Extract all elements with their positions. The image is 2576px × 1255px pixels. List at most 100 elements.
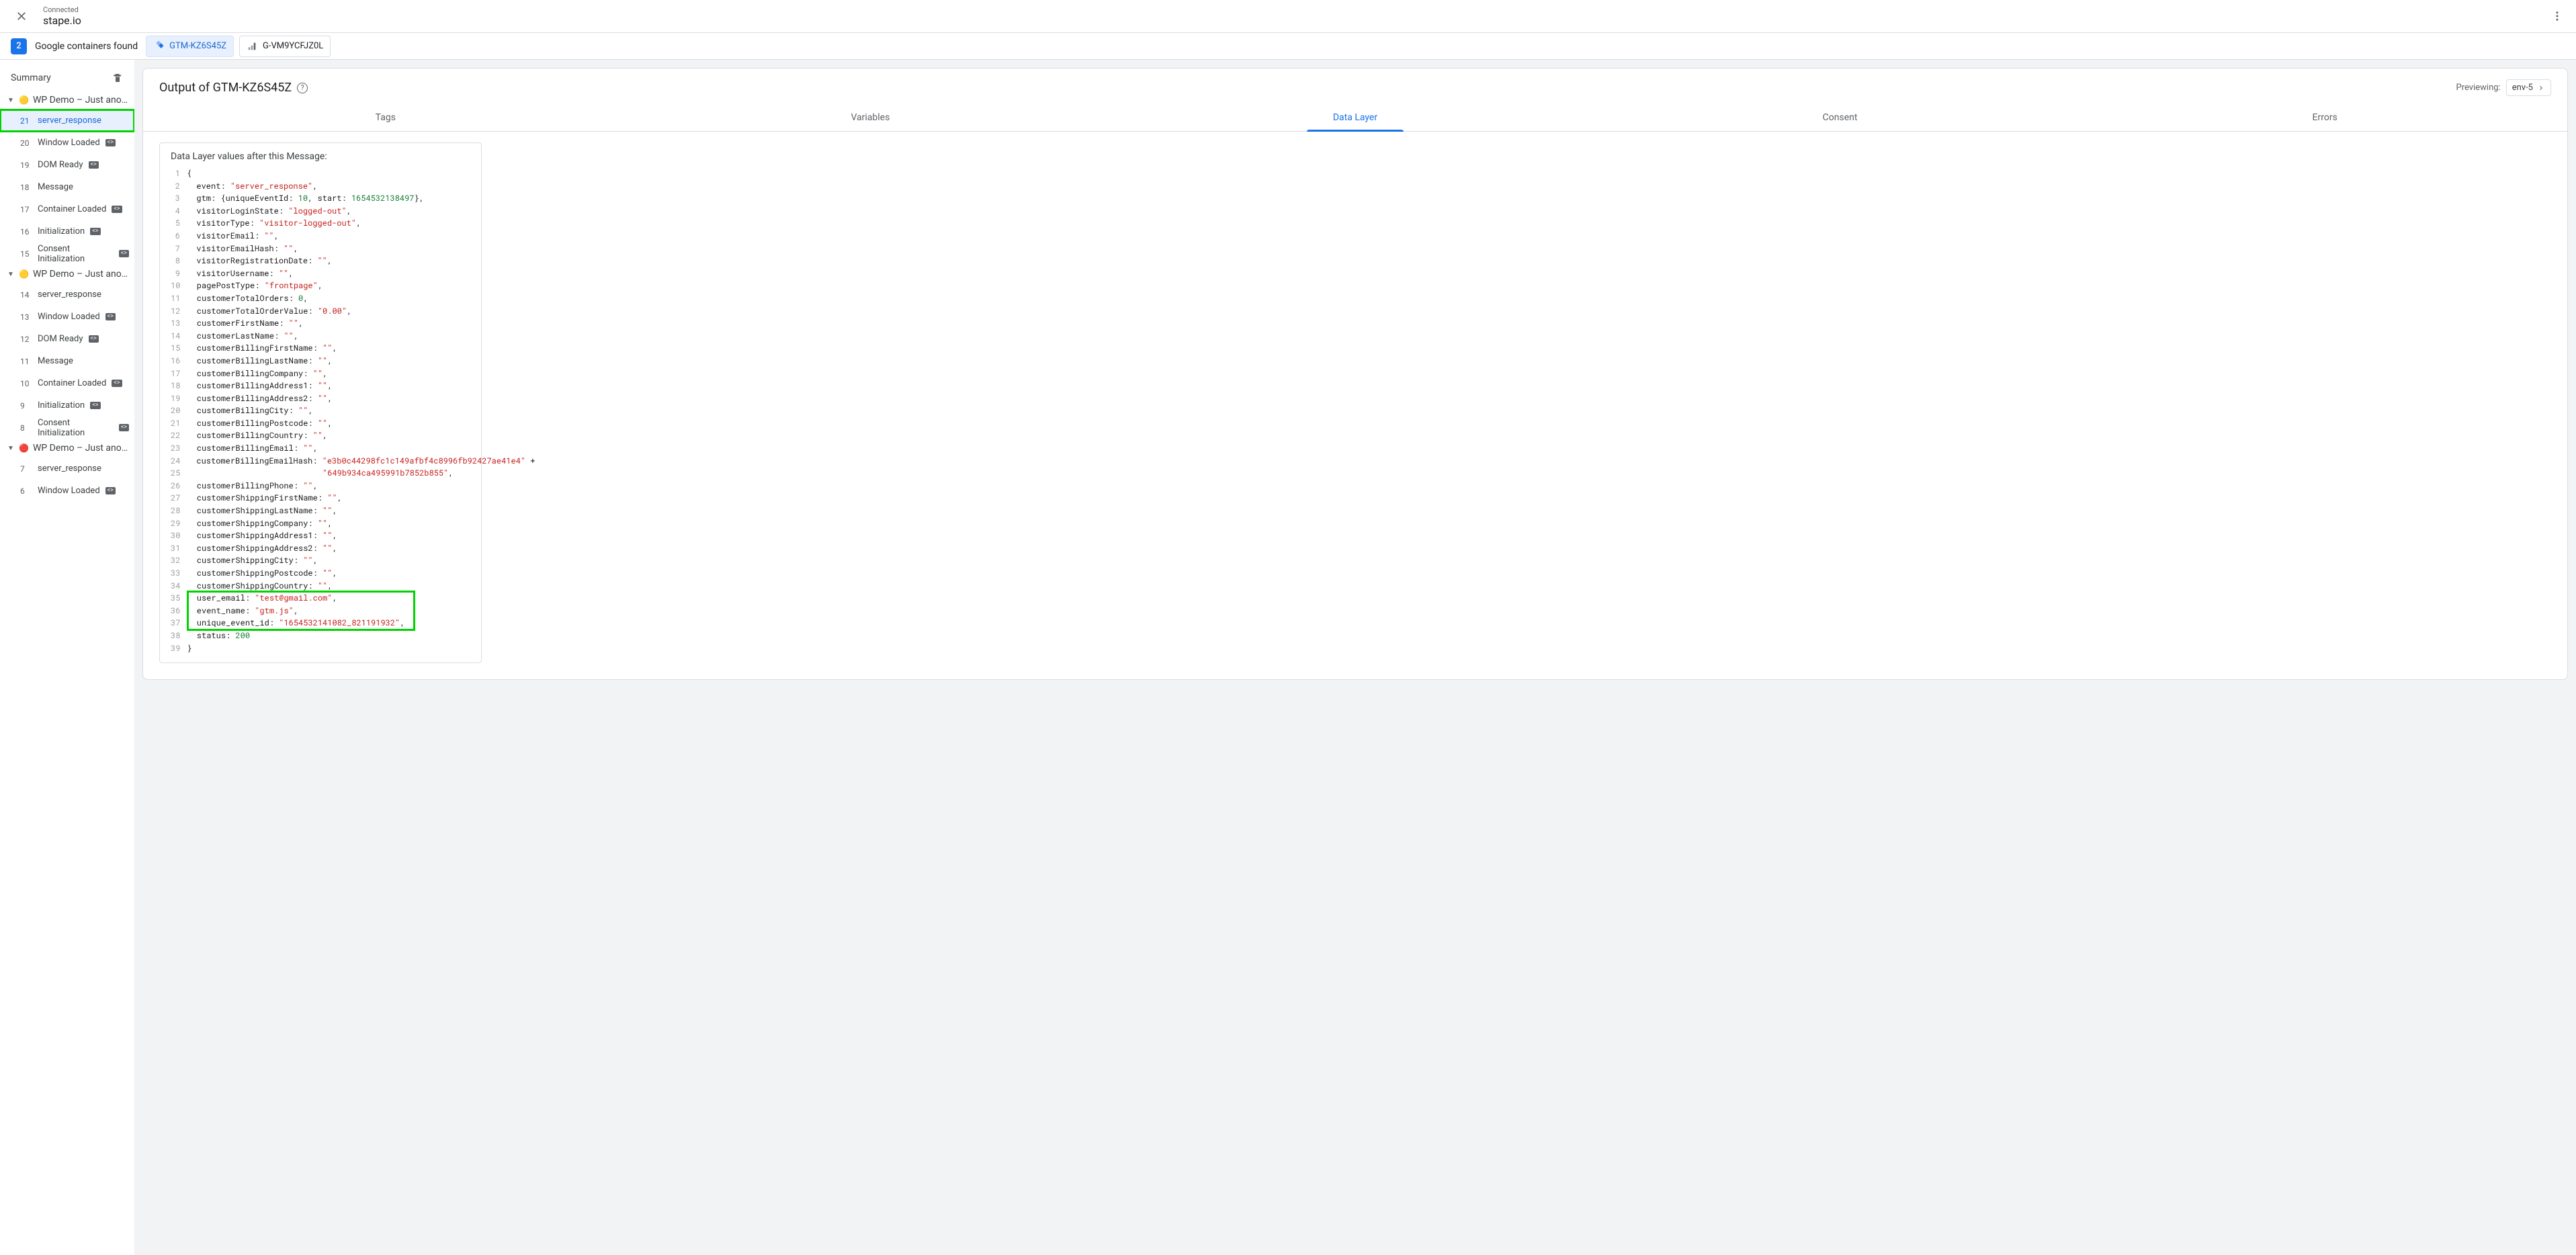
output-panel: Output of GTM-KZ6S45Z ? Previewing: env-… (142, 68, 2568, 680)
container-chip-GTM-KZ6S45Z[interactable]: GTM-KZ6S45Z (146, 36, 234, 57)
card-title: Data Layer values after this Message: (171, 151, 470, 162)
collapse-icon: ▼ (7, 97, 15, 104)
code-block: 1{2 event: "server_response",3 gtm: {uni… (171, 167, 470, 654)
event-item-window-loaded[interactable]: 20Window Loaded<> (0, 132, 134, 154)
sidebar: Summary ▼🟡WP Demo – Just anothe...21serv… (0, 60, 134, 1255)
code-line: 37 unique_event_id: "1654532141082_82119… (171, 617, 470, 630)
event-num: 6 (20, 486, 32, 496)
event-name: Container Loaded (38, 378, 106, 388)
code-line: 35 user_email: "test@gmail.com", (171, 592, 470, 605)
event-num: 10 (20, 379, 32, 388)
event-item-container-loaded[interactable]: 10Container Loaded<> (0, 372, 134, 394)
code-line: 14 customerLastName: "", (171, 330, 470, 343)
event-name: Container Loaded (38, 204, 106, 214)
tag-badge: <> (90, 228, 100, 235)
event-item-dom-ready[interactable]: 19DOM Ready<> (0, 154, 134, 176)
code-line: 9 visitorUsername: "", (171, 267, 470, 280)
event-name: server_response (38, 464, 101, 474)
code-line: 22 customerBillingCountry: "", (171, 429, 470, 442)
code-line: 36 event_name: "gtm.js", (171, 605, 470, 617)
code-line: 16 customerBillingLastName: "", (171, 355, 470, 367)
code-line: 24 customerBillingEmailHash: "e3b0c44298… (171, 455, 470, 468)
code-line: 1{ (171, 167, 470, 180)
event-name: Consent Initialization (38, 418, 114, 438)
tab-variables[interactable]: Variables (628, 104, 1113, 131)
code-line: 26 customerBillingPhone: "", (171, 480, 470, 492)
tab-tags[interactable]: Tags (143, 104, 628, 131)
tag-badge: <> (105, 487, 116, 494)
gtm-icon (153, 41, 164, 52)
event-item-initialization[interactable]: 9Initialization<> (0, 394, 134, 417)
tab-consent[interactable]: Consent (1598, 104, 2083, 131)
code-line: 25 "649b934ca495991b7852b855", (171, 467, 470, 480)
event-num: 7 (20, 464, 32, 474)
content-area: Output of GTM-KZ6S45Z ? Previewing: env-… (134, 60, 2576, 1255)
group-label: WP Demo – Just anothe... (33, 269, 129, 279)
topbar: Connected stape.io (0, 0, 2576, 33)
event-item-server_response[interactable]: 14server_response (0, 284, 134, 306)
event-name: Window Loaded (38, 312, 100, 322)
status-dot: 🔴 (19, 443, 29, 453)
event-num: 16 (20, 227, 32, 236)
event-item-initialization[interactable]: 16 Initialization <> (0, 220, 134, 243)
event-item-server_response[interactable]: 21server_response (0, 110, 134, 132)
event-item-consent-initialization[interactable]: 8Consent Initialization<> (0, 417, 134, 439)
event-name: Initialization (38, 400, 85, 410)
event-item-window-loaded[interactable]: 13 Window Loaded <> (0, 306, 134, 328)
code-line: 19 customerBillingAddress2: "", (171, 392, 470, 405)
tag-badge: <> (119, 250, 129, 257)
event-item-dom-ready[interactable]: 12DOM Ready<> (0, 328, 134, 350)
code-line: 39} (171, 642, 470, 655)
group-header[interactable]: ▼ 🔴 WP Demo – Just anothe... (0, 439, 134, 458)
collapse-icon: ▼ (7, 445, 15, 452)
event-item-message[interactable]: 18Message (0, 176, 134, 198)
event-num: 21 (20, 116, 32, 126)
code-line: 10 pagePostType: "frontpage", (171, 279, 470, 292)
event-name: Initialization (38, 226, 85, 236)
data-layer-card: Data Layer values after this Message: 1{… (159, 142, 482, 663)
event-name: server_response (38, 290, 101, 300)
event-num: 9 (20, 401, 32, 410)
code-line: 12 customerTotalOrderValue: "0.00", (171, 305, 470, 318)
code-line: 38 status: 200 (171, 630, 470, 642)
tag-badge: <> (112, 206, 122, 213)
event-num: 12 (20, 335, 32, 344)
group-header[interactable]: ▼🟡WP Demo – Just anothe... (0, 265, 134, 284)
code-line: 31 customerShippingAddress2: "", (171, 542, 470, 555)
code-line: 28 customerShippingLastName: "", (171, 505, 470, 517)
event-item-window-loaded[interactable]: 6Window Loaded<> (0, 480, 134, 502)
clear-button[interactable] (112, 72, 124, 84)
event-name: DOM Ready (38, 160, 83, 170)
more-vert-icon (2551, 10, 2563, 22)
group-label: WP Demo – Just anothe... (33, 443, 129, 453)
subbar: 2 Google containers found GTM-KZ6S45ZG-V… (0, 33, 2576, 60)
close-icon (15, 9, 28, 23)
event-num: 20 (20, 138, 32, 148)
code-line: 33 customerShippingPostcode: "", (171, 567, 470, 580)
event-num: 13 (20, 312, 32, 322)
event-item-consent-initialization[interactable]: 15Consent Initialization<> (0, 243, 134, 265)
container-chip-G-VM9YCFJZ0L[interactable]: G-VM9YCFJZ0L (239, 36, 331, 57)
tag-badge: <> (119, 424, 129, 431)
tag-badge: <> (89, 335, 99, 343)
event-item-container-loaded[interactable]: 17Container Loaded<> (0, 198, 134, 220)
tab-errors[interactable]: Errors (2082, 104, 2567, 131)
panel-title: Output of GTM-KZ6S45Z (159, 81, 292, 95)
more-button[interactable] (2544, 3, 2571, 30)
help-button[interactable]: ? (297, 83, 308, 93)
tag-badge: <> (105, 313, 116, 320)
code-line: 4 visitorLoginState: "logged-out", (171, 205, 470, 218)
event-item-server_response[interactable]: 7 server_response (0, 458, 134, 480)
code-line: 17 customerBillingCompany: "", (171, 367, 470, 380)
code-line: 11 customerTotalOrders: 0, (171, 292, 470, 305)
tab-data-layer[interactable]: Data Layer (1113, 104, 1598, 131)
group-header[interactable]: ▼🟡WP Demo – Just anothe... (0, 91, 134, 110)
summary-label[interactable]: Summary (11, 73, 51, 83)
event-name: Message (38, 356, 73, 366)
env-selector[interactable]: env-5 (2506, 79, 2551, 96)
code-line: 23 customerBillingEmail: "", (171, 442, 470, 455)
event-item-message[interactable]: 11Message (0, 350, 134, 372)
chip-label: G-VM9YCFJZ0L (263, 41, 323, 51)
code-line: 13 customerFirstName: "", (171, 317, 470, 330)
close-button[interactable] (5, 0, 38, 32)
